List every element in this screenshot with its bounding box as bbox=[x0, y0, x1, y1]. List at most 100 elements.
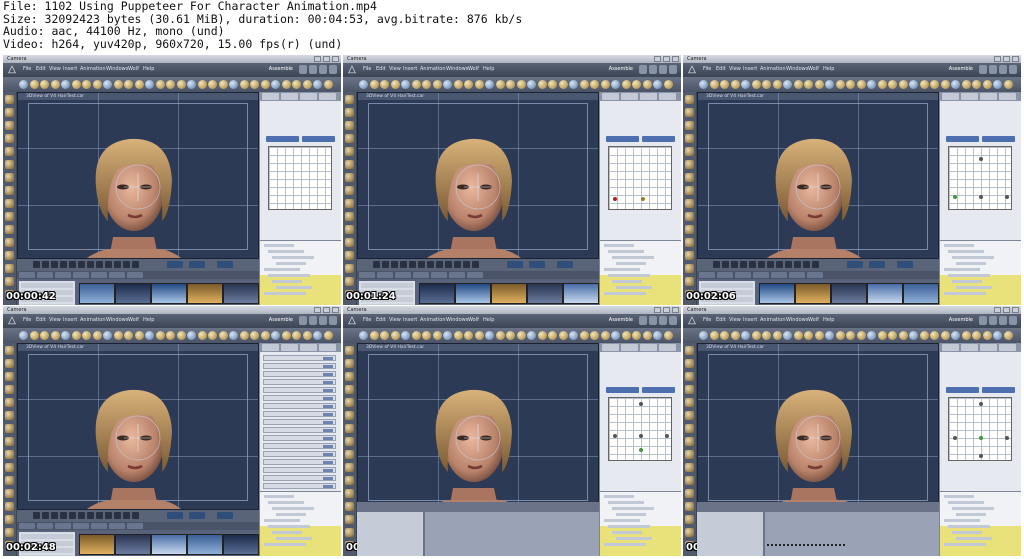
toolbar-icon[interactable] bbox=[422, 80, 431, 89]
toolbar-icon[interactable] bbox=[930, 80, 939, 89]
toolbar-icon[interactable] bbox=[260, 80, 270, 89]
toolbar-icon[interactable] bbox=[369, 80, 379, 89]
hierarchy-item[interactable] bbox=[956, 262, 986, 265]
toolbar-icon[interactable] bbox=[369, 331, 379, 340]
toolbar-icon[interactable] bbox=[103, 80, 112, 89]
tool-icon[interactable] bbox=[685, 450, 694, 459]
hierarchy-item[interactable] bbox=[948, 274, 990, 277]
playback-button[interactable] bbox=[132, 512, 139, 519]
toolbar-icon[interactable] bbox=[919, 331, 929, 340]
tool-icon[interactable] bbox=[345, 411, 354, 420]
room-button[interactable] bbox=[639, 316, 647, 325]
tool-icon[interactable] bbox=[685, 121, 694, 130]
hierarchy-item[interactable] bbox=[268, 274, 310, 277]
sky-preset-thumbnail[interactable] bbox=[151, 534, 187, 555]
toolbar-icon[interactable] bbox=[229, 80, 238, 89]
toolbar-icon[interactable] bbox=[1003, 331, 1013, 340]
hierarchy-item[interactable] bbox=[616, 262, 646, 265]
hierarchy-item[interactable] bbox=[944, 519, 980, 522]
tool-icon[interactable] bbox=[685, 212, 694, 221]
toolbar-icon[interactable] bbox=[380, 331, 389, 340]
hierarchy-item[interactable] bbox=[616, 286, 652, 289]
library-tab[interactable] bbox=[91, 523, 107, 529]
tool-icon[interactable] bbox=[685, 264, 694, 273]
toolbar-icon[interactable] bbox=[888, 80, 897, 89]
library-tab[interactable] bbox=[377, 272, 393, 278]
toolbar-icon[interactable] bbox=[783, 80, 792, 89]
new-puppeteer-button[interactable] bbox=[606, 387, 639, 393]
menu-file[interactable]: File bbox=[23, 66, 31, 72]
palette-tab[interactable] bbox=[999, 93, 1016, 100]
room-button[interactable] bbox=[989, 316, 997, 325]
tool-icon[interactable] bbox=[5, 108, 14, 117]
toolbar-icon[interactable] bbox=[951, 331, 960, 340]
dial-slider[interactable] bbox=[323, 365, 333, 368]
toolbar-icon[interactable] bbox=[825, 80, 834, 89]
puppeteer-timeline[interactable] bbox=[697, 502, 939, 556]
tool-icon[interactable] bbox=[5, 134, 14, 143]
tool-icon[interactable] bbox=[685, 251, 694, 260]
morph-dial-row[interactable] bbox=[263, 355, 336, 361]
puppeteer-keyframe-dot[interactable] bbox=[639, 448, 643, 452]
tool-icon[interactable] bbox=[685, 173, 694, 182]
frame-field[interactable] bbox=[897, 261, 913, 268]
hierarchy-item[interactable] bbox=[612, 531, 642, 534]
toolbar-icon[interactable] bbox=[709, 331, 719, 340]
palette-tab[interactable] bbox=[980, 93, 997, 100]
tool-icon[interactable] bbox=[345, 264, 354, 273]
library-category[interactable] bbox=[21, 304, 73, 305]
library-category[interactable] bbox=[21, 534, 73, 539]
toolbar-icon[interactable] bbox=[909, 331, 918, 340]
puppeteer-grid[interactable] bbox=[268, 146, 332, 210]
sky-preset-thumbnail[interactable] bbox=[79, 534, 115, 555]
playback-button[interactable] bbox=[87, 261, 94, 268]
menu-edit[interactable]: Edit bbox=[376, 317, 386, 323]
tool-icon[interactable] bbox=[685, 95, 694, 104]
toolbar-icon[interactable] bbox=[495, 80, 505, 89]
toolbar-icon[interactable] bbox=[208, 331, 217, 340]
toolbar-icon[interactable] bbox=[239, 80, 249, 89]
sky-preset-thumbnail[interactable] bbox=[795, 283, 831, 304]
hierarchy-item[interactable] bbox=[948, 250, 984, 253]
sky-preset-thumbnail[interactable] bbox=[187, 283, 223, 304]
tool-icon[interactable] bbox=[5, 476, 14, 485]
tool-icon[interactable] bbox=[5, 359, 14, 368]
morph-dial-row[interactable] bbox=[263, 379, 336, 385]
tool-icon[interactable] bbox=[685, 502, 694, 511]
playback-button[interactable] bbox=[391, 261, 398, 268]
character-head[interactable] bbox=[758, 376, 868, 510]
toolbar-icon[interactable] bbox=[239, 331, 249, 340]
toolbar-icon[interactable] bbox=[558, 80, 568, 89]
maximize-button[interactable] bbox=[1003, 56, 1010, 62]
menu-view[interactable]: View bbox=[49, 317, 61, 323]
toolbar-icon[interactable] bbox=[590, 331, 599, 340]
toolbar-icon[interactable] bbox=[783, 331, 792, 340]
new-puppeteer-button[interactable] bbox=[266, 136, 299, 142]
tool-icon[interactable] bbox=[685, 147, 694, 156]
tool-icon[interactable] bbox=[5, 385, 14, 394]
menu-file[interactable]: File bbox=[703, 317, 711, 323]
toolbar-icon[interactable] bbox=[113, 331, 123, 340]
toolbar-icon[interactable] bbox=[474, 331, 484, 340]
timeline-track[interactable] bbox=[765, 512, 939, 556]
minimize-button[interactable] bbox=[994, 56, 1001, 62]
toolbar-icon[interactable] bbox=[145, 331, 154, 340]
room-button[interactable] bbox=[659, 65, 667, 74]
toolbar-icon[interactable] bbox=[271, 80, 280, 89]
menu-animation[interactable]: Animation bbox=[80, 317, 106, 323]
hierarchy-item[interactable] bbox=[956, 286, 992, 289]
hierarchy-item[interactable] bbox=[944, 268, 980, 271]
maximize-button[interactable] bbox=[663, 56, 670, 62]
playback-button[interactable] bbox=[373, 261, 380, 268]
toolbar-icon[interactable] bbox=[92, 331, 102, 340]
toolbar-icon[interactable] bbox=[166, 80, 175, 89]
library-tab[interactable] bbox=[431, 272, 447, 278]
hierarchy-item[interactable] bbox=[608, 525, 650, 528]
dial-slider[interactable] bbox=[323, 485, 333, 488]
tool-icon[interactable] bbox=[685, 385, 694, 394]
tool-icon[interactable] bbox=[685, 515, 694, 524]
playback-button[interactable] bbox=[96, 512, 103, 519]
morph-dial-row[interactable] bbox=[263, 419, 336, 425]
toolbar-icon[interactable] bbox=[856, 331, 866, 340]
library-tab[interactable] bbox=[735, 272, 751, 278]
